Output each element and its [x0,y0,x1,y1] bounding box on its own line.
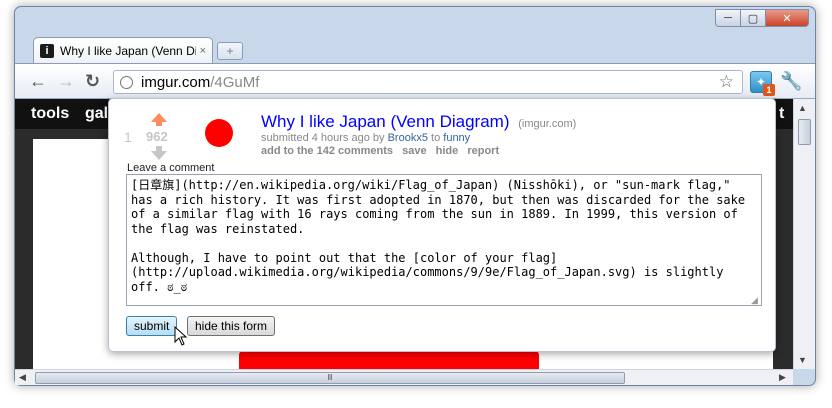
upvote-arrow-stem[interactable] [156,121,162,126]
meta-prefix: submitted 4 hours ago by [261,132,385,144]
post-actions: add to the 142 comments save hide report [261,145,505,157]
hide-form-button[interactable]: hide this form [187,316,276,336]
vertical-scroll-thumb[interactable] [798,119,811,145]
post-title-link[interactable]: Why I like Japan (Venn Diagram) [261,112,510,131]
scroll-left-icon[interactable]: ◀ [19,372,26,383]
hide-link[interactable]: hide [436,145,459,157]
tab-close-icon[interactable]: × [200,45,206,57]
site-nav-gallery[interactable]: gal [85,105,108,123]
browser-toolbar: ← → ↻ imgur.com /4GuMf ☆ ✦ 1 🔧 [15,63,815,99]
comments-link[interactable]: add to the 142 comments [261,145,393,157]
horizontal-scrollbar[interactable]: ◀ Ⅲ ▶ [15,369,793,385]
scroll-up-icon[interactable]: ▲ [798,103,807,113]
tab-active[interactable]: i Why I like Japan (Venn Diag × [33,37,213,63]
new-tab-button[interactable]: + [217,42,243,60]
comment-textarea[interactable]: [日章旗](http://en.wikipedia.org/wiki/Flag_… [126,174,762,306]
post-meta: submitted 4 hours ago by Brookx5 to funn… [261,132,470,144]
downvote-arrow-icon[interactable] [151,151,167,160]
scroll-down-icon[interactable]: ▼ [798,355,807,365]
bookmark-star-icon[interactable]: ☆ [719,72,734,92]
scroll-right-icon[interactable]: ▶ [779,372,786,383]
wrench-menu-icon[interactable]: 🔧 [780,71,802,92]
address-bar[interactable]: imgur.com /4GuMf ☆ [113,70,743,94]
site-nav-tools[interactable]: tools [31,105,69,123]
post-score: 962 [146,129,168,144]
author-link[interactable]: Brookx5 [388,132,428,144]
post-rank: 1 [124,129,132,145]
report-link[interactable]: report [467,145,499,157]
forward-button[interactable]: → [57,72,75,90]
post-domain[interactable]: (imgur.com) [518,118,576,130]
save-link[interactable]: save [402,145,426,157]
submit-button[interactable]: submit [126,316,178,336]
url-path: /4GuMf [210,73,260,91]
leave-comment-label: Leave a comment [127,162,215,174]
post-title-row: Why I like Japan (Venn Diagram) (imgur.c… [261,112,576,132]
tab-title: Why I like Japan (Venn Diag [60,43,196,58]
flag-image-fragment [239,351,539,369]
vertical-scrollbar[interactable]: ▲ ▼ [793,99,815,369]
comment-popup: 1 962 Why I like Japan (Venn Diagram) (i… [108,98,776,352]
window-controls: ─ ▢ ✕ [715,9,809,27]
imgur-favicon-icon: i [40,43,54,58]
globe-icon [120,75,133,89]
minimize-button[interactable]: ─ [715,9,741,27]
subreddit-link[interactable]: funny [443,132,470,144]
reddit-extension-icon[interactable]: ✦ 1 [750,71,775,96]
tab-strip: i Why I like Japan (Venn Diag × + [33,33,243,63]
post-thumbnail[interactable] [205,119,233,147]
resize-grip-icon[interactable]: ◢ [751,295,758,306]
mouse-cursor-icon [174,326,188,346]
meta-to: to [431,132,441,144]
site-nav-right[interactable]: t [779,105,784,123]
close-button[interactable]: ✕ [765,9,809,27]
back-button[interactable]: ← [29,72,47,90]
reload-button[interactable]: ↻ [85,72,100,90]
url-host: imgur.com [141,73,211,91]
extension-badge: 1 [763,84,775,96]
horizontal-scroll-thumb[interactable]: Ⅲ [35,372,625,384]
maximize-button[interactable]: ▢ [740,9,766,27]
